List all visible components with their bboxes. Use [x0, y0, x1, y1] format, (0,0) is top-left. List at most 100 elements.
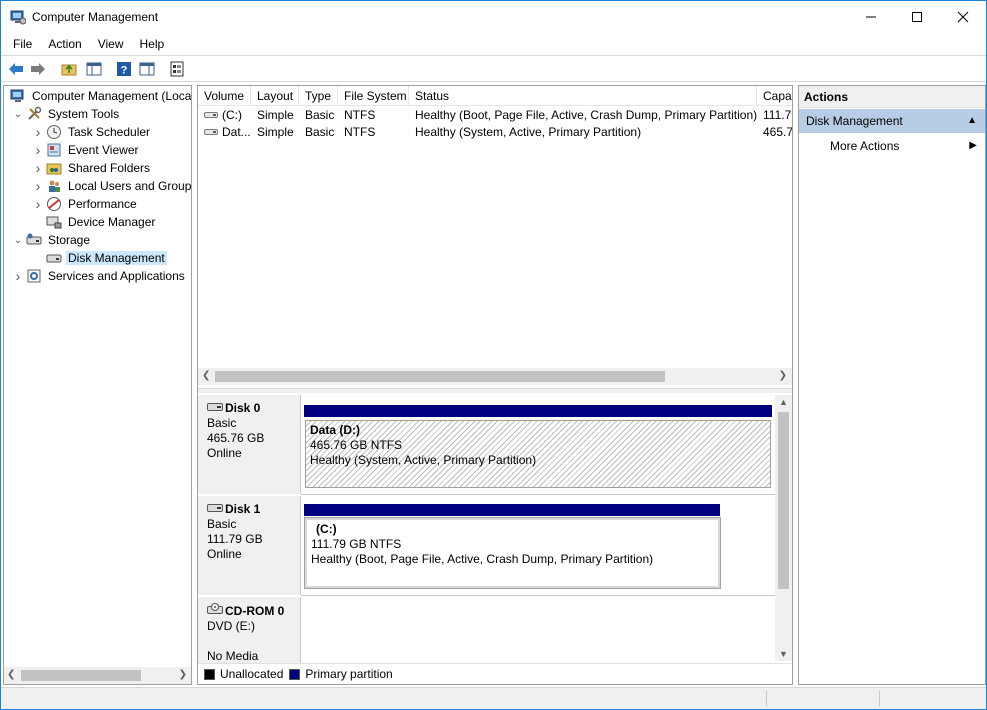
- column-type[interactable]: Type: [299, 86, 338, 106]
- volume-list-horizontal-scrollbar[interactable]: ❮ ❯: [198, 368, 792, 385]
- partition-data-d[interactable]: Data (D:) 465.76 GB NTFS Healthy (System…: [305, 420, 771, 488]
- column-status[interactable]: Status: [409, 86, 757, 106]
- tree-scroll-thumb[interactable]: [21, 670, 141, 681]
- expanded-chevron-icon[interactable]: ⌄: [12, 235, 24, 246]
- close-button[interactable]: [940, 1, 986, 33]
- scroll-right-icon[interactable]: ❯: [179, 669, 187, 680]
- scroll-left-icon[interactable]: ❮: [202, 370, 210, 381]
- volume-row[interactable]: (C:) Simple Basic NTFS Healthy (Boot, Pa…: [198, 107, 792, 124]
- scroll-left-icon[interactable]: ❮: [7, 669, 15, 680]
- actions-section-disk-management[interactable]: Disk Management ▲: [799, 109, 985, 133]
- disk-1-label[interactable]: Disk 1 Basic 111.79 GB Online: [198, 496, 301, 595]
- menu-view[interactable]: View: [90, 37, 132, 51]
- partition-c[interactable]: (C:) 111.79 GB NTFS Healthy (Boot, Page …: [304, 517, 721, 589]
- primary-partition-label: Primary partition: [305, 667, 393, 681]
- volume-name: Dat...: [222, 125, 251, 139]
- scroll-down-icon[interactable]: ▼: [779, 649, 788, 659]
- status-segment: [879, 691, 880, 707]
- column-layout[interactable]: Layout: [251, 86, 299, 106]
- column-volume[interactable]: Volume: [198, 86, 251, 106]
- properties-icon[interactable]: [168, 60, 186, 78]
- tree-item-label: Performance: [68, 197, 137, 211]
- column-capacity[interactable]: Capa: [757, 86, 792, 106]
- unallocated-label: Unallocated: [220, 667, 284, 681]
- status-cell: Healthy (System, Active, Primary Partiti…: [415, 125, 642, 139]
- volume-row[interactable]: Dat... Simple Basic NTFS Healthy (System…: [198, 124, 792, 141]
- tree-item-device-manager[interactable]: Device Manager: [32, 213, 157, 231]
- tree-item-task-scheduler[interactable]: › Task Scheduler: [32, 123, 152, 141]
- tree-item-performance[interactable]: › Performance: [32, 195, 139, 213]
- performance-icon: [46, 196, 62, 212]
- up-one-level-icon[interactable]: [60, 60, 78, 78]
- collapse-up-icon[interactable]: ▲: [967, 109, 977, 133]
- more-actions-item[interactable]: More Actions ▶: [799, 136, 985, 156]
- tree-item-label: Storage: [48, 233, 91, 247]
- menu-help[interactable]: Help: [132, 37, 173, 51]
- show-hide-action-pane-icon[interactable]: [138, 60, 156, 78]
- actions-pane: Actions Disk Management ▲ More Actions ▶: [798, 85, 986, 685]
- window: Computer Management File Action View Hel…: [0, 0, 987, 710]
- disk-state: No Media: [207, 649, 259, 663]
- collapsed-chevron-icon[interactable]: ›: [12, 268, 24, 284]
- help-icon[interactable]: ?: [115, 60, 133, 78]
- storage-icon: [26, 232, 42, 248]
- partition-status: Healthy (System, Active, Primary Partiti…: [310, 453, 537, 467]
- tree-item-computer-management-local[interactable]: Computer Management (Local: [8, 87, 191, 105]
- tree-item-local-users-and-groups[interactable]: › Local Users and Groups: [32, 177, 191, 195]
- disk-0-label[interactable]: Disk 0 Basic 465.76 GB Online: [198, 395, 301, 494]
- disk-type: Basic: [207, 517, 237, 531]
- disk-type: Basic: [207, 416, 237, 430]
- back-button[interactable]: [7, 60, 25, 78]
- collapsed-chevron-icon[interactable]: ›: [32, 178, 44, 194]
- disk-icon: [46, 250, 62, 266]
- tree-item-services-and-applications[interactable]: › Services and Applications: [12, 267, 187, 285]
- tree-item-system-tools[interactable]: ⌄ System Tools: [12, 105, 121, 123]
- volume-list-header: Volume Layout Type File System Status Ca…: [198, 86, 792, 106]
- disk-view-vertical-scrollbar[interactable]: ▲ ▼: [775, 395, 792, 661]
- tree-item-label: System Tools: [48, 107, 120, 121]
- cdrom-icon: [207, 603, 223, 619]
- tree-item-storage[interactable]: ⌄ Storage: [12, 231, 92, 249]
- scroll-up-icon[interactable]: ▲: [779, 397, 788, 407]
- actions-header: Actions: [799, 86, 985, 108]
- layout-cell: Simple: [257, 108, 294, 122]
- actions-section-label: Disk Management: [806, 114, 903, 128]
- collapsed-chevron-icon[interactable]: ›: [32, 196, 44, 212]
- tree-item-shared-folders[interactable]: › Shared Folders: [32, 159, 152, 177]
- status-segment: [766, 691, 767, 707]
- menu-file[interactable]: File: [5, 37, 40, 51]
- disk-state: Online: [207, 446, 242, 460]
- file-system-cell: NTFS: [344, 108, 376, 122]
- list-scroll-thumb[interactable]: [215, 371, 665, 382]
- status-cell: Healthy (Boot, Page File, Active, Crash …: [415, 108, 757, 122]
- cdrom-0-label[interactable]: CD-ROM 0 DVD (E:) No Media: [198, 597, 301, 663]
- partition-status: Healthy (Boot, Page File, Active, Crash …: [311, 552, 654, 566]
- primary-partition-swatch: [289, 668, 301, 680]
- tree-item-disk-management[interactable]: Disk Management: [32, 249, 167, 267]
- menu-action[interactable]: Action: [40, 37, 89, 51]
- disk-view-scroll-thumb[interactable]: [778, 412, 789, 589]
- disk-graphical-view: Disk 0 Basic 465.76 GB Online Data (D:) …: [198, 395, 792, 684]
- minimize-button[interactable]: [848, 1, 894, 33]
- disk-size: 465.76 GB: [207, 431, 265, 445]
- maximize-button[interactable]: [894, 1, 940, 33]
- collapsed-chevron-icon[interactable]: ›: [32, 160, 44, 176]
- tree-item-label: Device Manager: [68, 215, 156, 229]
- unallocated-swatch: [204, 668, 215, 680]
- type-cell: Basic: [305, 125, 335, 139]
- pane-splitter[interactable]: [198, 388, 792, 393]
- column-file-system[interactable]: File System: [338, 86, 409, 106]
- tree-horizontal-scrollbar[interactable]: ❮ ❯: [4, 667, 191, 684]
- collapsed-chevron-icon[interactable]: ›: [32, 142, 44, 158]
- event-viewer-icon: [46, 142, 62, 158]
- collapsed-chevron-icon[interactable]: ›: [32, 124, 44, 140]
- volume-cell: (C:): [198, 107, 251, 124]
- expanded-chevron-icon[interactable]: ⌄: [12, 109, 24, 120]
- scroll-right-icon[interactable]: ❯: [779, 370, 787, 381]
- file-system-cell: NTFS: [344, 125, 376, 139]
- tree-item-event-viewer[interactable]: › Event Viewer: [32, 141, 140, 159]
- tree-item-label: Disk Management: [66, 251, 167, 265]
- capacity-cell: 111.79: [763, 108, 792, 122]
- forward-button[interactable]: [29, 60, 47, 78]
- show-hide-console-tree-icon[interactable]: [85, 60, 103, 78]
